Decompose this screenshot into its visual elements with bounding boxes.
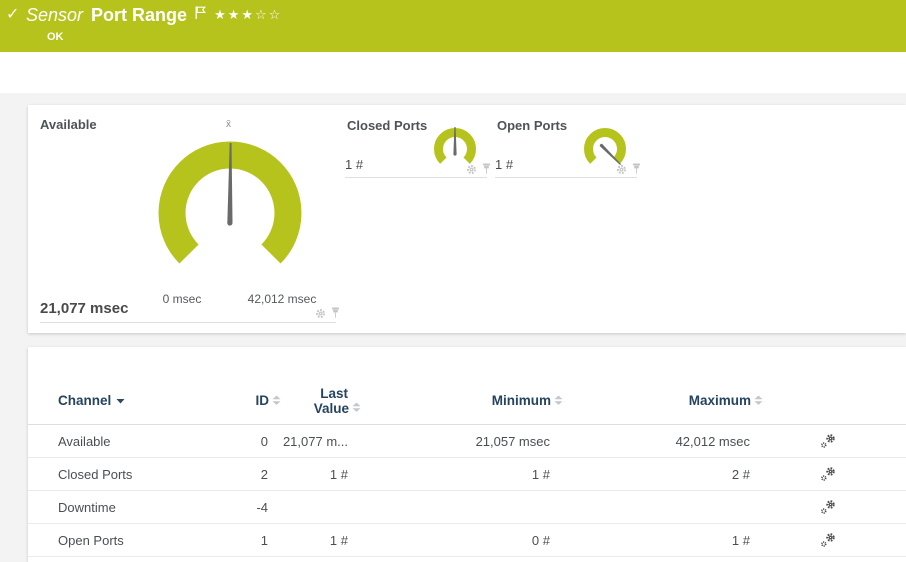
channels-table-body: Available 0 21,077 m... 21,057 msec 42,0… (28, 425, 906, 557)
cell-last-value (268, 491, 348, 523)
column-header-minimum[interactable]: Minimum (348, 377, 563, 424)
cell-maximum: 42,012 msec (675, 433, 750, 449)
cell-last-value: 21,077 m... (282, 433, 348, 449)
open-ports-last-value: 1 # (495, 157, 514, 172)
cell-minimum (348, 491, 550, 523)
available-gauge (158, 141, 302, 264)
table-row: Available 0 21,077 m... 21,057 msec 42,0… (28, 425, 906, 458)
column-header-id[interactable]: ID (218, 377, 281, 424)
object-kind-label: Sensor (26, 5, 84, 25)
channel-gear-icon[interactable] (616, 164, 627, 175)
cell-minimum: 1 # (531, 466, 550, 482)
channels-table-header: Channel ID Last Value Minimum Maximum (28, 377, 906, 425)
sensor-name: Port Range (91, 5, 188, 25)
cell-channel: Open Ports (58, 532, 124, 548)
cell-channel: Closed Ports (58, 466, 133, 482)
table-row: Downtime -4 (28, 491, 906, 524)
edit-channel-gears-icon[interactable] (820, 532, 837, 549)
status-badge: OK (47, 31, 64, 43)
cell-id: 1 (260, 532, 268, 548)
cell-last-value: 1 # (329, 532, 348, 548)
channel-pin-icon[interactable] (481, 163, 492, 175)
cell-maximum: 1 # (731, 532, 750, 548)
gauge-title-closed-ports: Closed Ports (347, 118, 428, 133)
average-marker: x̄ (226, 119, 231, 130)
cell-last-value: 1 # (329, 466, 348, 482)
gauge-title-available: Available (40, 117, 97, 132)
closed-ports-last-value: 1 # (345, 157, 364, 172)
cell-maximum: 2 # (731, 466, 750, 482)
column-header-maximum[interactable]: Maximum (550, 377, 763, 424)
cell-minimum: 21,057 msec (475, 433, 550, 449)
gauges-panel: Available x̄ 0 msec 42,012 msec 21,077 m… (28, 105, 906, 333)
gauge-title-open-ports: Open Ports (497, 118, 568, 133)
channel-pin-icon[interactable] (330, 307, 341, 319)
column-header-last-value[interactable]: Last Value (268, 377, 361, 424)
tab-bar: Overview Live Data 2 days 30 days 365 da… (0, 52, 906, 144)
channel-pin-icon[interactable] (631, 163, 642, 175)
ok-check-icon: ✓ (6, 6, 20, 23)
cell-maximum (550, 491, 750, 523)
cell-id: 0 (260, 433, 268, 449)
table-row: Closed Ports 2 1 # 1 # 2 # (28, 458, 906, 491)
gauge-scale-max: 42,012 msec (247, 292, 317, 306)
edit-channel-gears-icon[interactable] (820, 499, 837, 516)
cell-id: -4 (256, 499, 268, 515)
chevron-down-icon (116, 398, 125, 404)
channel-gear-icon[interactable] (466, 164, 477, 175)
flag-icon[interactable] (195, 6, 207, 20)
table-row: Open Ports 1 1 # 0 # 1 # (28, 524, 906, 557)
cell-channel: Downtime (58, 499, 116, 515)
edit-channel-gears-icon[interactable] (820, 433, 837, 450)
cell-id: 2 (260, 466, 268, 482)
channel-gear-icon[interactable] (315, 308, 326, 319)
channels-table-panel: Channel ID Last Value Minimum Maximum Av… (28, 347, 906, 562)
gauge-scale-min: 0 msec (162, 292, 202, 306)
available-last-value: 21,077 msec (40, 300, 129, 317)
cell-channel: Available (58, 433, 111, 449)
sensor-status-header: ✓ Sensor Port Range ★★★☆☆ OK (0, 0, 906, 52)
edit-channel-gears-icon[interactable] (820, 466, 837, 483)
column-header-channel[interactable]: Channel (58, 377, 218, 424)
cell-minimum: 0 # (531, 532, 550, 548)
priority-stars[interactable]: ★★★☆☆ (214, 7, 282, 23)
